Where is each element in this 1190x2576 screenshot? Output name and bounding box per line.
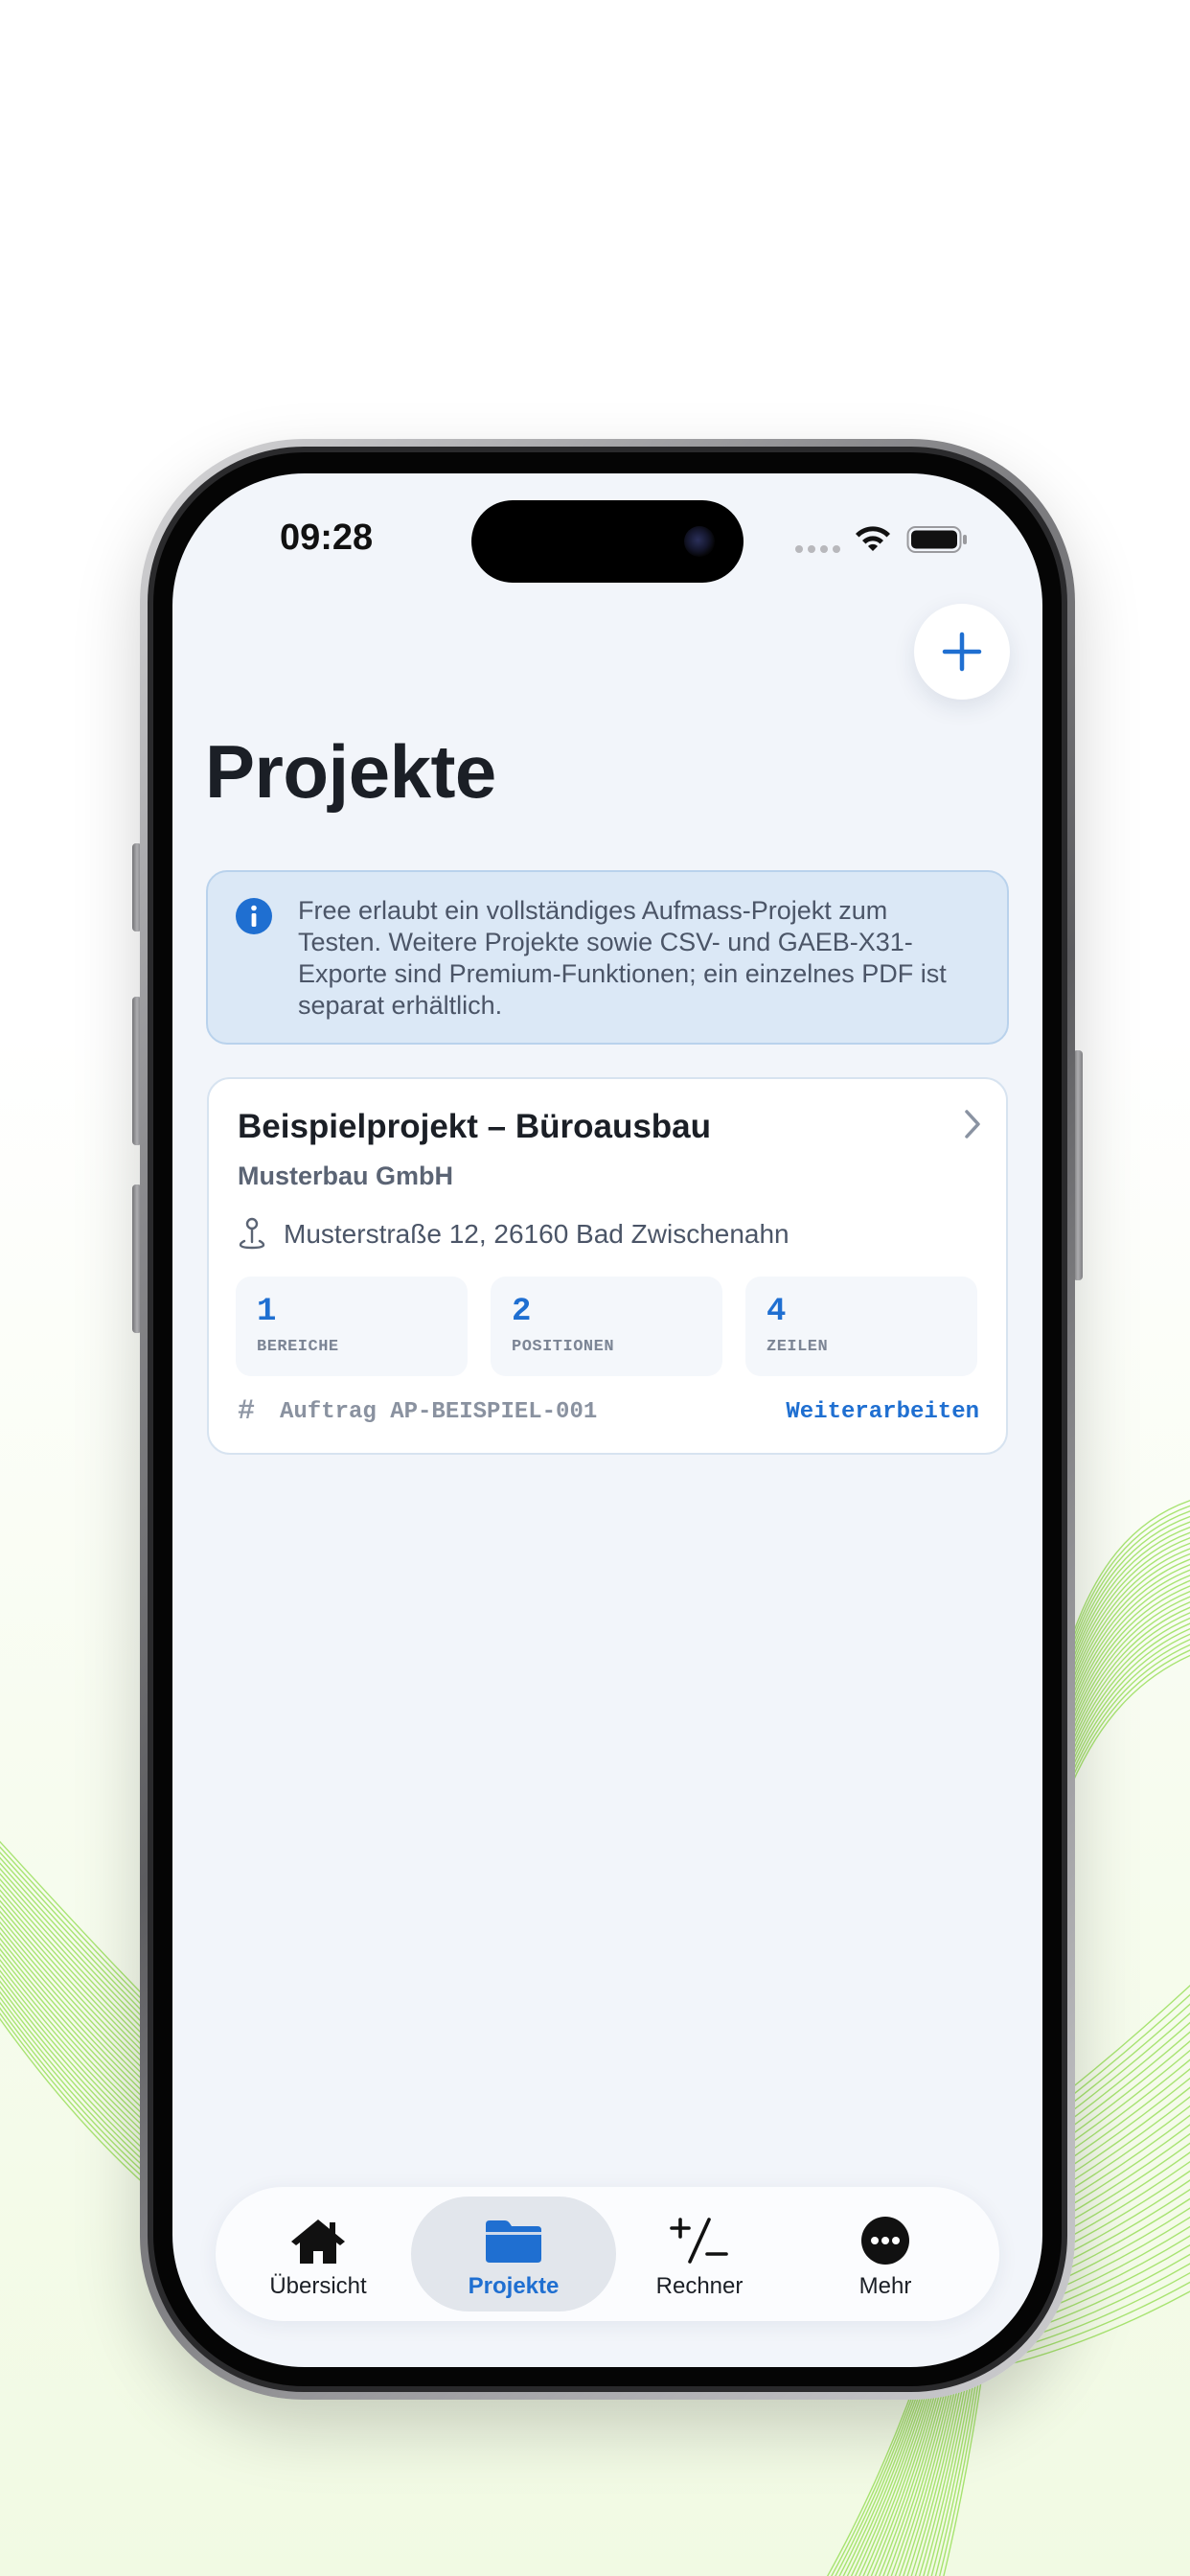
tab-label: Übersicht bbox=[269, 2273, 367, 2299]
chevron-right-icon bbox=[965, 1110, 980, 1138]
project-title: Beispielprojekt – Büroausbau bbox=[238, 1108, 712, 1145]
cellular-signal-icon bbox=[795, 545, 840, 553]
stat-label: ZEILEN bbox=[767, 1338, 829, 1356]
hash-icon: # bbox=[238, 1395, 256, 1428]
tab-projekte[interactable]: Projekte bbox=[411, 2196, 616, 2312]
stat-positionen: 2 POSITIONEN bbox=[491, 1276, 722, 1376]
order-number: Auftrag AP-BEISPIEL-001 bbox=[280, 1399, 598, 1425]
tab-label: Projekte bbox=[468, 2273, 560, 2299]
battery-icon bbox=[906, 526, 967, 553]
location-pin-icon bbox=[239, 1217, 265, 1250]
tab-uebersicht[interactable]: Übersicht bbox=[216, 2196, 421, 2312]
info-banner-text: Free erlaubt ein vollständiges Aufmass-P… bbox=[298, 896, 947, 1020]
project-address: Musterstraße 12, 26160 Bad Zwischenahn bbox=[284, 1219, 790, 1249]
project-card[interactable]: Beispielprojekt – Büroausbau Musterbau G… bbox=[207, 1077, 1008, 1455]
stat-value: 4 bbox=[767, 1294, 787, 1330]
stat-label: POSITIONEN bbox=[512, 1338, 615, 1356]
stat-zeilen: 4 ZEILEN bbox=[745, 1276, 977, 1376]
house-icon bbox=[291, 2220, 345, 2264]
stat-value: 2 bbox=[512, 1294, 532, 1330]
tab-label: Rechner bbox=[655, 2273, 744, 2299]
tab-label: Mehr bbox=[858, 2273, 912, 2299]
front-camera bbox=[684, 526, 715, 557]
plus-icon bbox=[942, 632, 982, 672]
tab-rechner[interactable]: Rechner bbox=[597, 2196, 802, 2312]
wifi-icon bbox=[856, 526, 890, 551]
plus-minus-icon bbox=[670, 2218, 728, 2264]
stat-value: 1 bbox=[257, 1294, 277, 1330]
tab-bar: Übersicht Projekte Rechner Mehr bbox=[216, 2187, 999, 2321]
page-title: Projekte bbox=[205, 729, 496, 814]
stat-label: BEREICHE bbox=[257, 1338, 339, 1356]
project-company: Musterbau GmbH bbox=[238, 1162, 454, 1190]
info-banner: Free erlaubt ein vollständiges Aufmass-P… bbox=[206, 870, 1009, 1045]
stat-bereiche: 1 BEREICHE bbox=[236, 1276, 468, 1376]
continue-button[interactable]: Weiterarbeiten bbox=[786, 1399, 979, 1425]
folder-icon bbox=[486, 2220, 541, 2263]
tab-mehr[interactable]: Mehr bbox=[783, 2196, 988, 2312]
more-icon bbox=[861, 2217, 909, 2265]
status-time: 09:28 bbox=[280, 518, 374, 558]
add-project-button[interactable] bbox=[914, 604, 1010, 700]
info-icon bbox=[236, 898, 272, 934]
